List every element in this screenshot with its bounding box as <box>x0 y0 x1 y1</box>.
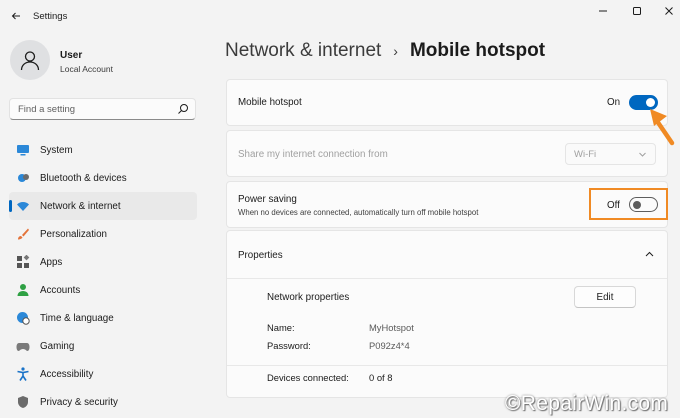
password-key: Password: <box>267 340 311 351</box>
sidebar-item-system[interactable]: System <box>9 136 197 164</box>
account-type: Local Account <box>60 64 113 74</box>
avatar <box>10 40 50 80</box>
sidebar-item-label: Time & language <box>40 312 114 324</box>
mobile-hotspot-label: Mobile hotspot <box>238 97 302 108</box>
globe-clock-icon <box>16 311 30 325</box>
watermark: ©RepairWin.com <box>505 392 669 415</box>
mobile-hotspot-card: Mobile hotspot On <box>226 79 668 126</box>
sidebar-item-label: Bluetooth & devices <box>40 172 127 184</box>
page-title: Mobile hotspot <box>409 40 546 61</box>
sidebar-item-time-language[interactable]: Time & language <box>9 304 197 332</box>
back-arrow-icon <box>11 12 20 20</box>
user-name: User <box>60 50 83 61</box>
breadcrumb-separator-icon: › <box>393 43 398 59</box>
power-saving-label: Power saving <box>238 194 297 205</box>
sidebar-item-accessibility[interactable]: Accessibility <box>9 360 197 388</box>
brush-icon <box>16 227 30 241</box>
shield-icon <box>16 395 30 409</box>
share-connection-label: Share my internet connection from <box>238 149 388 160</box>
properties-label: Properties <box>238 250 283 261</box>
sidebar-item-privacy-security[interactable]: Privacy & security <box>9 388 197 416</box>
breadcrumb-parent[interactable]: Network & internet <box>225 40 381 62</box>
divider <box>227 278 667 279</box>
close-button[interactable] <box>658 4 680 18</box>
devices-connected-key: Devices connected: <box>267 372 349 383</box>
sidebar-item-label: Gaming <box>40 340 75 352</box>
sidebar-nav: System Bluetooth & devices Network & int… <box>9 136 197 416</box>
app-title: Settings <box>33 11 68 22</box>
search-input[interactable] <box>10 99 170 120</box>
password-value: P092z4*4 <box>369 340 410 351</box>
maximize-icon <box>633 7 641 15</box>
share-source-value: Wi-Fi <box>574 149 597 160</box>
monitor-icon <box>16 143 30 157</box>
accessibility-icon <box>16 367 30 381</box>
sidebar-item-network[interactable]: Network & internet <box>9 192 197 220</box>
title-bar: Settings <box>0 0 680 32</box>
annotation-arrow-icon <box>650 109 675 146</box>
sidebar-item-label: Privacy & security <box>40 396 118 408</box>
close-icon <box>665 7 673 15</box>
hotspot-state-label: On <box>607 97 621 108</box>
share-source-dropdown[interactable]: Wi-Fi <box>565 143 656 165</box>
properties-card: Properties Network properties Edit Name:… <box>226 230 668 398</box>
share-connection-card: Share my internet connection from Wi-Fi <box>226 130 668 177</box>
sidebar-item-gaming[interactable]: Gaming <box>9 332 197 360</box>
sidebar-item-label: Accounts <box>40 284 81 296</box>
sidebar-item-apps[interactable]: Apps <box>9 248 197 276</box>
minimize-icon <box>599 10 607 12</box>
name-key: Name: <box>267 322 295 333</box>
toggle-knob <box>646 98 655 107</box>
sidebar-item-label: Personalization <box>40 228 107 240</box>
person-avatar-icon <box>20 51 40 71</box>
search-box[interactable] <box>9 98 196 120</box>
breadcrumb: Network & internet › Mobile hotspot <box>225 40 545 62</box>
network-name-value: MyHotspot <box>369 322 414 333</box>
sidebar-item-accounts[interactable]: Accounts <box>9 276 197 304</box>
edit-button[interactable]: Edit <box>574 286 636 308</box>
power-saving-description: When no devices are connected, automatic… <box>238 208 479 217</box>
sidebar-item-label: Accessibility <box>40 368 94 380</box>
wifi-icon <box>16 199 30 213</box>
devices-connected-value: 0 of 8 <box>369 372 393 383</box>
bluetooth-icon <box>16 171 30 185</box>
sidebar-item-label: Apps <box>40 256 63 268</box>
chevron-down-icon <box>639 152 646 157</box>
gamepad-icon <box>16 339 30 353</box>
sidebar-item-label: System <box>40 144 73 156</box>
network-properties-label: Network properties <box>267 292 350 303</box>
search-icon[interactable] <box>177 103 189 115</box>
back-button[interactable] <box>6 6 26 26</box>
chevron-up-icon[interactable] <box>644 249 655 260</box>
apps-icon <box>16 255 30 269</box>
person-icon <box>16 283 30 297</box>
minimize-button[interactable] <box>592 4 614 18</box>
sidebar-item-personalization[interactable]: Personalization <box>9 220 197 248</box>
annotation-highlight-box <box>589 188 668 220</box>
maximize-button[interactable] <box>626 4 648 18</box>
divider <box>227 365 667 366</box>
sidebar-item-label: Network & internet <box>40 200 121 212</box>
sidebar-item-bluetooth[interactable]: Bluetooth & devices <box>9 164 197 192</box>
